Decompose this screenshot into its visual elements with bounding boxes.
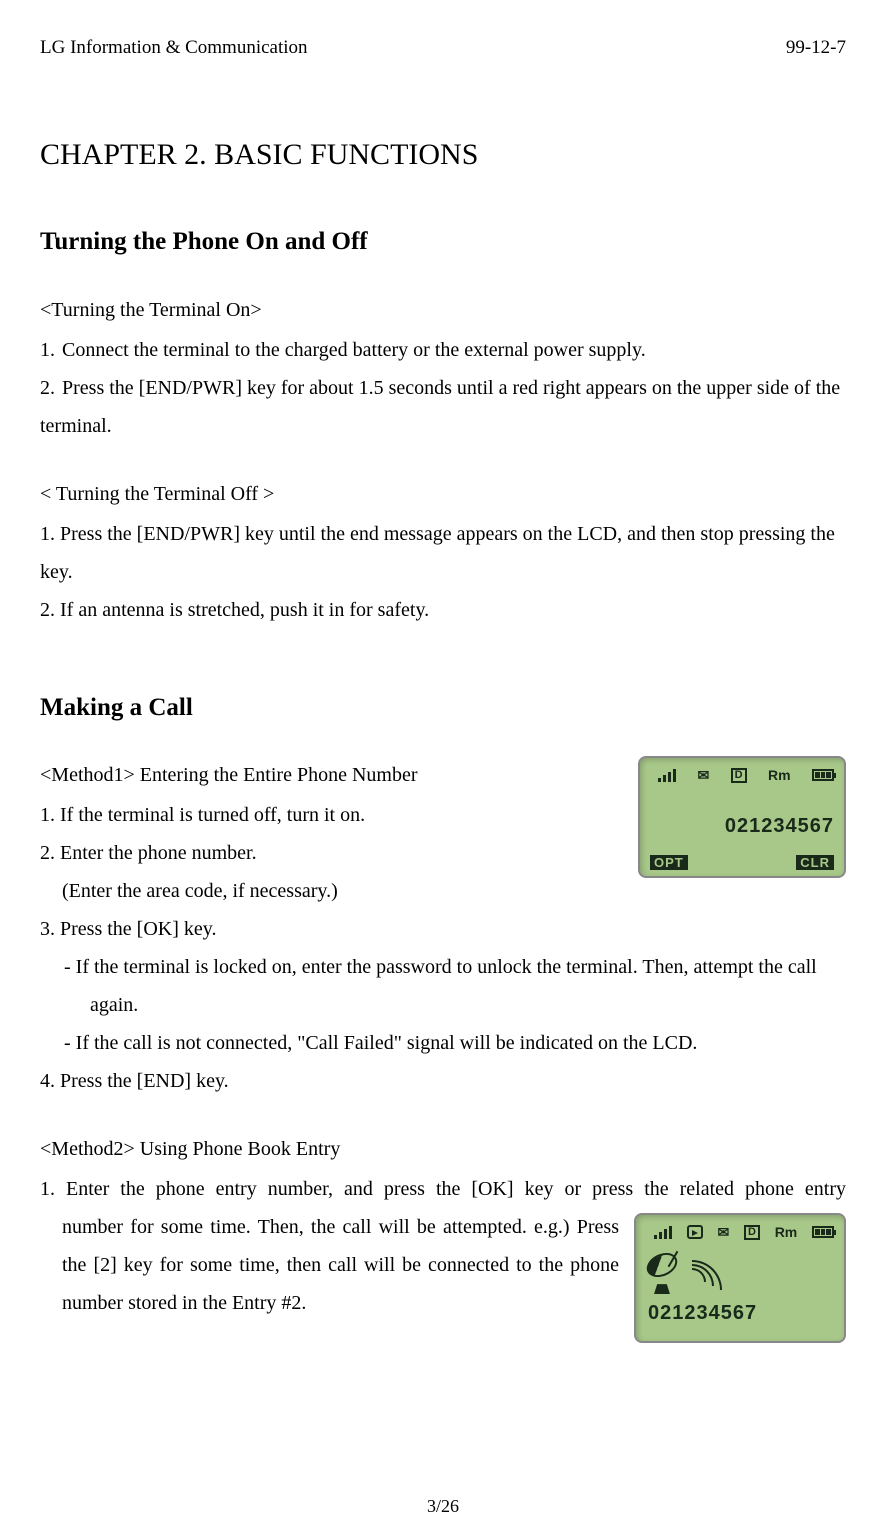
envelope-icon: ✉	[718, 1225, 730, 1239]
status-bar: ✉ D Rm	[646, 1221, 834, 1243]
rm-icon: Rm	[775, 1225, 798, 1239]
on-step-2: 2.Press the [END/PWR] key for about 1.5 …	[40, 369, 846, 445]
status-bar: ✉ D Rm	[650, 764, 834, 786]
call-arrow-icon	[687, 1225, 703, 1239]
subheading-off: < Turning the Terminal Off >	[40, 475, 846, 513]
header-left: LG Information & Communication	[40, 30, 308, 66]
phone-lcd-connecting: ✉ D Rm 021234567	[634, 1213, 846, 1343]
section-title-call: Making a Call	[40, 684, 846, 732]
m1-step-3: 3. Press the [OK] key.	[40, 910, 846, 948]
section-title-power: Turning the Phone On and Off	[40, 218, 846, 266]
m2-step-1: 1. Enter the phone entry number, and pre…	[40, 1170, 846, 1322]
envelope-icon: ✉	[697, 768, 709, 782]
m1-step-4: 4. Press the [END] key.	[40, 1062, 846, 1100]
softkey-clr: CLR	[796, 855, 834, 870]
method2-heading: <Method2> Using Phone Book Entry	[40, 1130, 846, 1168]
battery-icon	[812, 1226, 834, 1238]
phone-lcd-dialing: ✉ D Rm 021234567 OPT CLR	[638, 756, 846, 878]
page-number: 3/26	[0, 1489, 886, 1523]
battery-icon	[812, 769, 834, 781]
chapter-title: CHAPTER 2. BASIC FUNCTIONS	[40, 126, 846, 183]
connecting-number: 021234567	[646, 1303, 834, 1323]
m1-step-3-dash2: - If the call is not connected, "Call Fa…	[40, 1024, 846, 1062]
m1-step-3-dash1: - If the terminal is locked on, enter th…	[40, 948, 846, 1024]
d-icon: D	[744, 1225, 760, 1240]
on-step-1: 1.Connect the terminal to the charged ba…	[40, 331, 846, 369]
m2-step-1-line1: 1. Enter the phone entry number, and pre…	[40, 1170, 846, 1208]
signal-icon	[646, 1225, 672, 1239]
signal-icon	[650, 768, 676, 782]
step-text: Press the [END/PWR] key for about 1.5 se…	[40, 377, 840, 437]
off-step-1: 1. Press the [END/PWR] key until the end…	[40, 515, 846, 591]
dialed-number: 021234567	[650, 816, 834, 836]
list-marker: 2.	[40, 369, 62, 407]
m2-step-1-rest: number for some time. Then, the call wil…	[40, 1208, 619, 1322]
subheading-on: <Turning the Terminal On>	[40, 291, 846, 329]
off-step-2: 2. If an antenna is stretched, push it i…	[40, 591, 846, 629]
satellite-dish-icon	[646, 1250, 690, 1294]
d-icon: D	[731, 768, 747, 783]
step-text: Connect the terminal to the charged batt…	[62, 339, 646, 361]
header-right: 99-12-7	[786, 30, 846, 66]
softkey-opt: OPT	[650, 855, 688, 870]
list-marker: 1.	[40, 331, 62, 369]
rm-icon: Rm	[768, 768, 791, 782]
